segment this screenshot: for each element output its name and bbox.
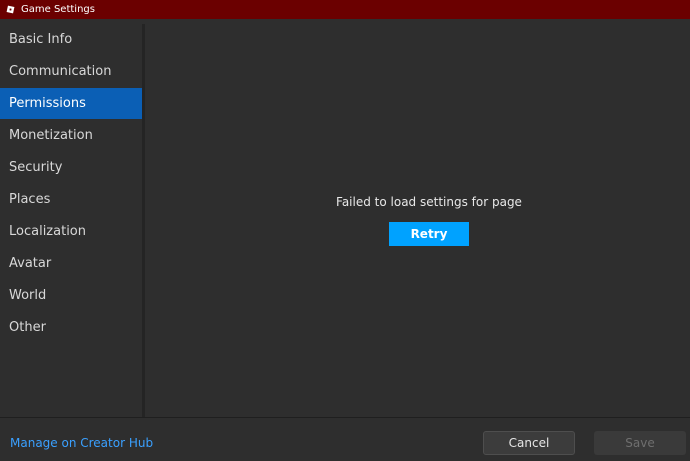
save-button[interactable]: Save [594, 431, 686, 455]
load-error-message: Failed to load settings for page [336, 195, 522, 209]
sidebar-item-label: Localization [9, 224, 86, 239]
sidebar-item-permissions[interactable]: Permissions [0, 88, 142, 119]
title-bar[interactable]: Game Settings [0, 0, 690, 19]
sidebar-item-security[interactable]: Security [0, 152, 142, 183]
roblox-studio-icon [6, 5, 15, 14]
cancel-button[interactable]: Cancel [483, 431, 575, 455]
sidebar-item-label: Avatar [9, 256, 52, 271]
sidebar-item-places[interactable]: Places [0, 184, 142, 215]
sidebar-item-label: Permissions [9, 96, 86, 111]
sidebar-item-localization[interactable]: Localization [0, 216, 142, 247]
settings-sidebar: Basic Info Communication Permissions Mon… [0, 24, 142, 417]
sidebar-item-label: Communication [9, 64, 112, 79]
sidebar-item-label: Monetization [9, 128, 93, 143]
dialog-footer: Manage on Creator Hub Cancel Save [0, 418, 690, 461]
manage-on-creator-hub-link[interactable]: Manage on Creator Hub [10, 436, 153, 450]
sidebar-item-label: World [9, 288, 47, 303]
retry-button[interactable]: Retry [389, 222, 469, 246]
sidebar-item-communication[interactable]: Communication [0, 56, 142, 87]
sidebar-item-label: Security [9, 160, 63, 175]
game-settings-window: Game Settings Basic Info Communication P… [0, 0, 690, 461]
sidebar-item-other[interactable]: Other [0, 312, 142, 343]
sidebar-item-world[interactable]: World [0, 280, 142, 311]
sidebar-item-basic-info[interactable]: Basic Info [0, 24, 142, 55]
sidebar-item-avatar[interactable]: Avatar [0, 248, 142, 279]
sidebar-item-label: Basic Info [9, 32, 73, 47]
sidebar-item-label: Other [9, 320, 46, 335]
settings-content-panel: Failed to load settings for page Retry [145, 24, 690, 417]
window-title: Game Settings [21, 4, 95, 15]
sidebar-item-label: Places [9, 192, 51, 207]
sidebar-item-monetization[interactable]: Monetization [0, 120, 142, 151]
